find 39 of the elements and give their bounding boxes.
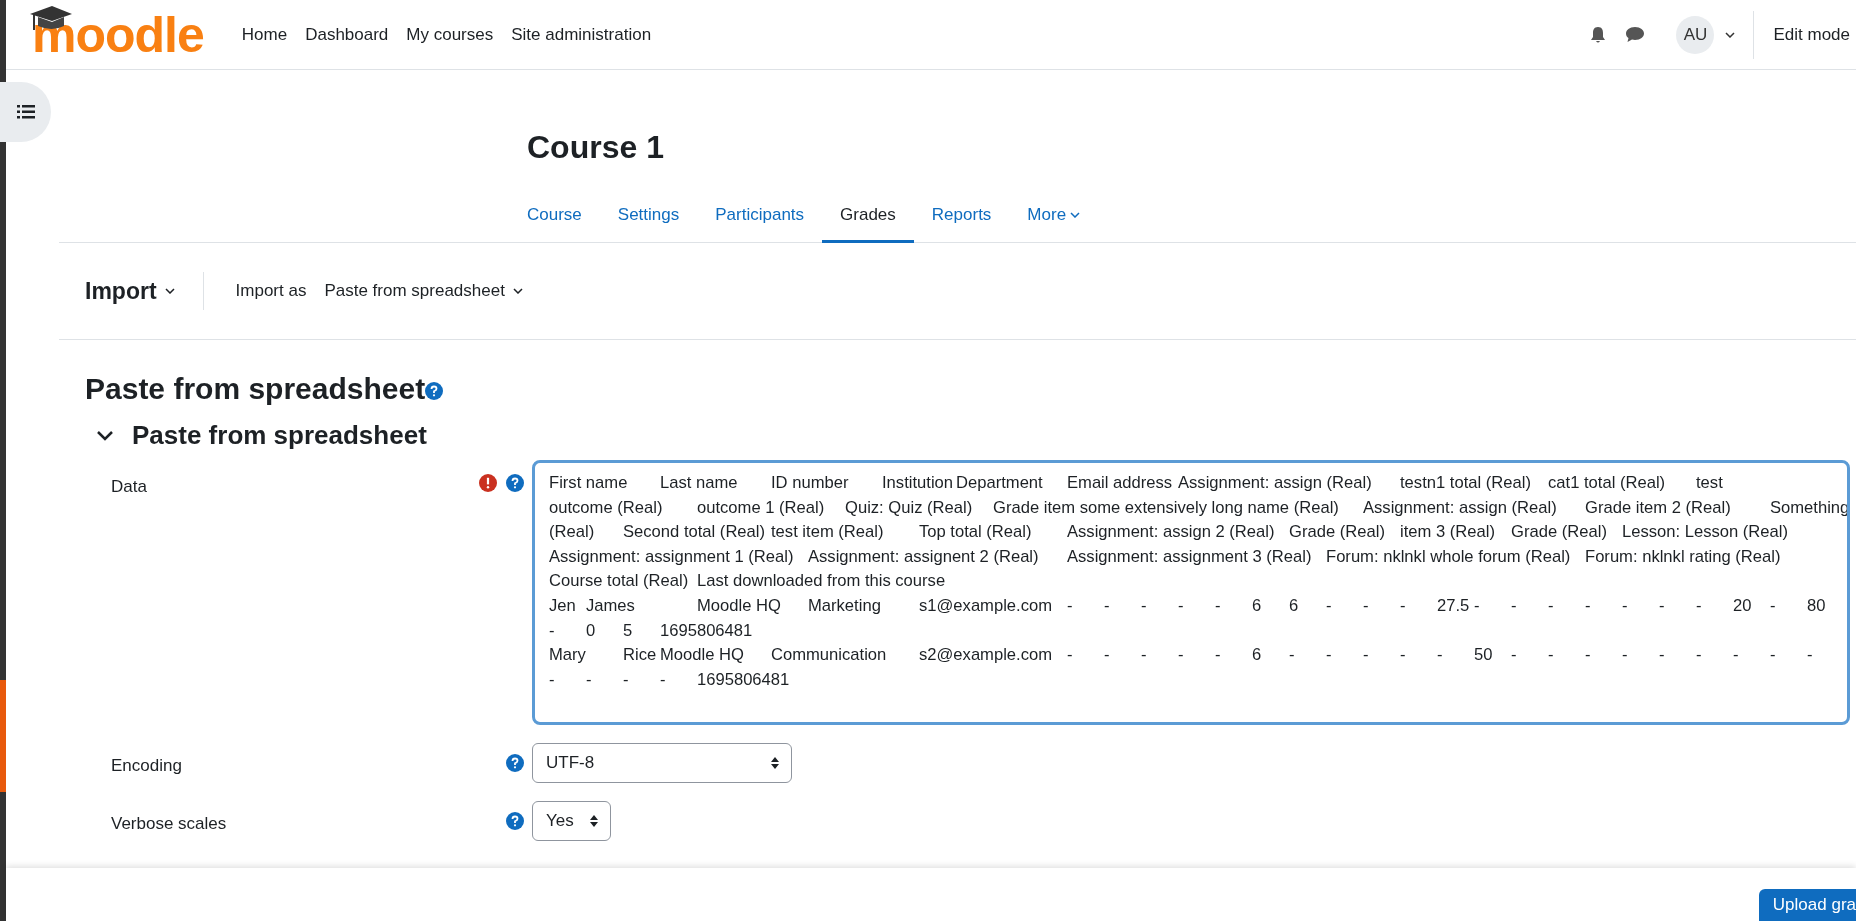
nav-tab[interactable]: More xyxy=(1009,190,1099,243)
course-title: Course 1 xyxy=(526,128,665,167)
field-label: Data xyxy=(111,476,148,498)
upload-grades-button[interactable]: Upload gra xyxy=(1758,889,1856,921)
nav-link[interactable]: My courses xyxy=(406,21,494,48)
section-title[interactable]: Paste from spreadsheet xyxy=(132,418,427,452)
user-avatar[interactable]: AU xyxy=(1676,15,1715,54)
import-menu-button[interactable]: Import xyxy=(85,273,175,309)
nav-tab[interactable]: Course xyxy=(527,190,600,243)
page-title: Paste from spreadsheet xyxy=(85,371,426,407)
import-type-dropdown[interactable]: Paste from spreadsheet xyxy=(324,278,523,304)
list-icon xyxy=(16,105,35,119)
chat-bubble-icon[interactable] xyxy=(1625,26,1646,43)
nav-link[interactable]: Site administration xyxy=(511,21,652,48)
caret-icon xyxy=(1070,212,1081,218)
caret-icon xyxy=(512,288,523,294)
caret-icon xyxy=(164,288,175,294)
select-dropdown[interactable]: UTF-8 xyxy=(532,743,792,783)
help-icon[interactable] xyxy=(506,754,524,772)
field-label: Verbose scales xyxy=(111,813,228,835)
chevron-down-icon[interactable] xyxy=(96,429,114,441)
nav-link[interactable]: Home xyxy=(241,21,288,48)
help-icon[interactable] xyxy=(425,382,444,400)
nav-tab[interactable]: Reports xyxy=(913,190,1010,243)
bell-icon[interactable] xyxy=(1590,25,1607,44)
nav-tab[interactable]: Participants xyxy=(697,190,823,243)
sort-arrows-icon xyxy=(771,757,779,769)
nav-link[interactable]: Dashboard xyxy=(305,21,389,48)
select-dropdown[interactable]: Yes xyxy=(532,801,611,841)
nav-tab[interactable]: Grades xyxy=(822,190,914,243)
edit-mode-label[interactable]: Edit mode xyxy=(1773,21,1856,48)
field-label: Encoding xyxy=(111,755,183,777)
nav-tab[interactable]: Settings xyxy=(599,190,698,243)
help-icon[interactable] xyxy=(506,812,524,830)
caret-icon[interactable] xyxy=(1725,31,1736,38)
import-as-label: Import as xyxy=(235,280,307,303)
sort-arrows-icon xyxy=(589,815,598,827)
drawer-toggle-button[interactable] xyxy=(0,82,51,142)
help-icon[interactable] xyxy=(506,474,524,492)
